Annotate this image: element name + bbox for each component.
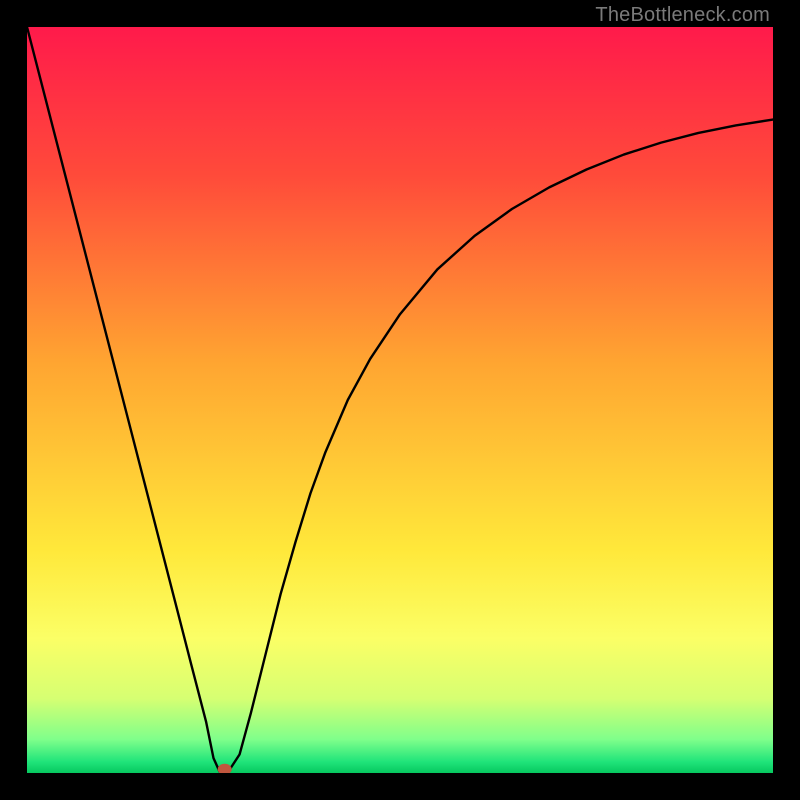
chart-frame <box>27 27 773 773</box>
watermark-text: TheBottleneck.com <box>595 4 770 27</box>
gradient-background <box>27 27 773 773</box>
bottleneck-chart <box>27 27 773 773</box>
